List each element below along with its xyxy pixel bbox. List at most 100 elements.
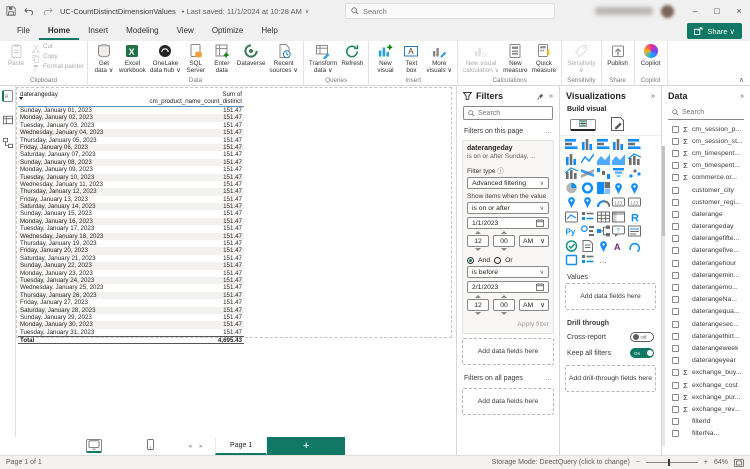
field-row[interactable]: daterangeNa... [662,294,750,306]
field-checkbox[interactable] [672,418,679,426]
new-button[interactable]: New measure [501,42,530,75]
column-header-sum[interactable]: Sum of cm_product_name_count_distinct [138,91,242,105]
table-row[interactable]: Monday, January 16, 2023 151.47 [18,217,244,226]
field-row[interactable]: Σexchange_rev... [662,403,750,415]
field-name[interactable]: daterangeNa... [692,296,737,303]
field-checkbox[interactable] [672,308,679,316]
shape-visual-icon[interactable] [565,254,578,266]
100-stacked-bar-chart-icon[interactable] [628,138,641,150]
pie-chart-icon[interactable] [565,182,578,194]
field-name[interactable]: daterangeday [692,223,734,230]
and-radio[interactable] [467,257,474,264]
field-checkbox[interactable] [672,393,679,401]
onelake-button[interactable]: OneLake data hub ∨ [148,42,183,75]
table-row[interactable]: Saturday, January 14, 2023 151.47 [18,203,244,211]
table-row[interactable]: Thursday, January 19, 2023 151.47 [18,240,244,247]
field-name[interactable]: cm_session_p... [692,126,741,133]
clustered-bar-chart-icon[interactable] [596,138,610,150]
field-checkbox[interactable] [672,223,679,231]
field-row[interactable]: daterangeday [662,221,750,233]
field-row[interactable]: Σcm_session_p... [662,123,750,135]
table-row[interactable]: Thursday, January 05, 2023 151.47 [18,137,244,144]
table-row[interactable]: Sunday, January 15, 2023 151.47 [18,210,244,217]
filters-search-box[interactable] [463,106,553,120]
copy-button[interactable]: Copy [31,52,84,63]
drill-through-dropzone[interactable]: Add drill-through fields here [565,365,656,392]
table-view-button[interactable] [2,114,13,125]
field-row[interactable]: filterId [662,416,750,428]
menu-insert[interactable]: Insert [79,23,117,40]
copilot-button[interactable]: Copilot [638,42,664,68]
hour-down-icon[interactable] [475,312,481,315]
azure-map-icon[interactable] [581,196,594,208]
pin-pane-icon[interactable] [537,92,544,100]
table-row[interactable]: Monday, January 23, 2023 151.47 [18,270,244,277]
hour2-input[interactable]: 12 [467,299,489,311]
field-row[interactable]: daterangefifte... [662,233,750,245]
field-checkbox[interactable] [672,174,679,182]
table-row[interactable]: Friday, January 20, 2023 151.47 [18,247,244,255]
refresh-button[interactable]: Refresh [339,42,365,68]
table-row[interactable]: Thursday, January 26, 2023 151.47 [18,291,244,300]
zoom-out-button[interactable]: − [636,459,640,466]
new-page-button[interactable]: + [267,437,346,455]
paste-button[interactable]: Paste [3,42,29,68]
card-icon[interactable]: 123 [612,196,626,208]
metrics-icon[interactable] [565,239,578,252]
ampm2-select[interactable]: AM ∨ [519,299,549,311]
cross-report-toggle[interactable]: Off [630,332,654,342]
field-checkbox[interactable] [672,320,679,328]
field-name[interactable]: exchange_buy... [692,369,741,376]
storage-mode-label[interactable]: Storage Mode: DirectQuery (click to chan… [492,459,630,466]
multi-row-card-icon[interactable]: 123 [628,196,642,208]
data-search-box[interactable] [668,106,744,120]
waterfall-chart-icon[interactable] [596,167,610,179]
stacked-column-chart-icon[interactable] [581,138,594,150]
field-checkbox[interactable] [672,271,679,279]
column-header-daterangeday[interactable]: daterangeday [20,91,138,105]
scrollbar[interactable] [662,146,665,446]
table-header[interactable]: daterangeday Sum of cm_product_name_coun… [18,90,244,107]
scatter-chart-icon[interactable] [628,167,641,179]
hour-down-icon[interactable] [475,248,481,251]
collapse-filters-icon[interactable]: » [549,93,553,100]
field-checkbox[interactable] [672,198,679,206]
date2-input[interactable]: 2/1/2023 [467,281,549,293]
matrix-icon[interactable] [612,211,626,223]
field-checkbox[interactable] [672,369,679,377]
collapse-visualizations-icon[interactable]: » [651,93,655,100]
field-row[interactable]: daterangemin... [662,269,750,281]
more-button[interactable]: More visuals ∨ [424,42,454,75]
field-name[interactable]: daterangeyear [692,357,736,364]
shape-map-icon[interactable] [565,196,578,208]
field-name[interactable]: daterangehour [692,260,736,267]
field-row[interactable]: daterangeyear [662,355,750,367]
collapse-data-icon[interactable]: » [740,93,744,100]
field-checkbox[interactable] [672,259,679,267]
table-row[interactable]: Monday, January 02, 2023 151.47 [18,114,244,122]
menu-modeling[interactable]: Modeling [117,23,167,40]
field-row[interactable]: daterangehour [662,257,750,269]
values-dropzone[interactable]: Add data fields here [565,283,656,310]
menu-help[interactable]: Help [252,23,286,40]
table-row[interactable]: Monday, January 09, 2023 151.47 [18,166,244,173]
sql-button[interactable]: SQL Server [183,42,209,75]
field-row[interactable]: Σcm_timespent... [662,147,750,159]
field-name[interactable]: filterNa... [692,430,719,437]
field-checkbox[interactable] [672,137,679,145]
field-checkbox[interactable] [672,430,679,438]
minute2-input[interactable]: 00 [493,299,515,311]
hour-up-icon[interactable] [475,295,481,298]
field-checkbox[interactable] [672,149,679,157]
zoom-level-label[interactable]: 64% [714,459,728,466]
table-row[interactable]: Sunday, January 29, 2023 151.47 [18,314,244,321]
line-and-clustered-column-chart-icon[interactable] [565,167,578,179]
field-checkbox[interactable] [672,162,679,170]
field-row[interactable]: Σexchange_cost [662,379,750,391]
r-script-visual-icon[interactable]: R [628,211,641,223]
power-apps-visual-icon[interactable]: A [612,240,625,252]
minute-down-icon[interactable] [501,312,507,315]
table-row[interactable]: Saturday, January 21, 2023 151.47 [18,255,244,262]
menu-file[interactable]: File [8,23,39,40]
table-row[interactable]: Saturday, January 07, 2023 151.47 [18,151,244,158]
